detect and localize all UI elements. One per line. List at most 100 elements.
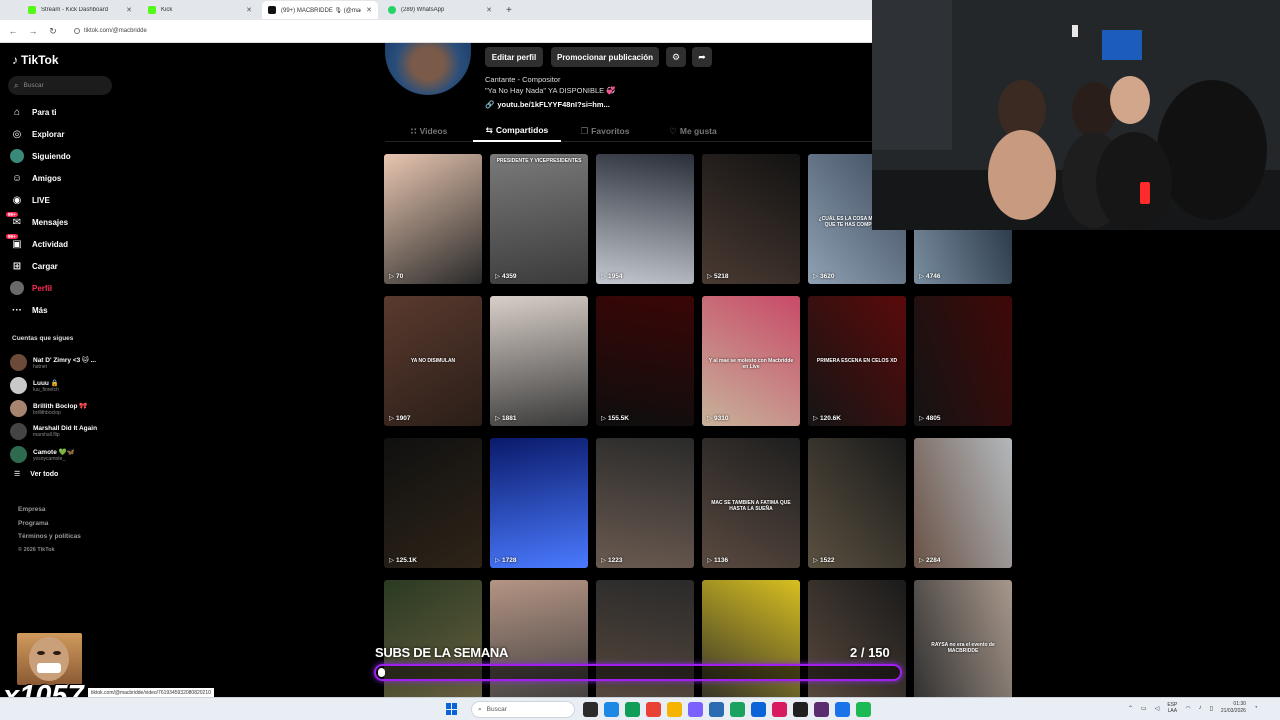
volume-icon[interactable]: ◁: [1155, 705, 1160, 712]
avatar: [10, 446, 27, 463]
forward-arrow-icon[interactable]: →: [28, 26, 38, 36]
video-thumbnail[interactable]: [596, 580, 694, 710]
sidebar-item-amigos[interactable]: ☺ Amigos: [10, 167, 71, 189]
footer-link-terms[interactable]: Términos y políticas: [18, 530, 81, 544]
taskbar-app-icon[interactable]: [709, 702, 724, 717]
share-arrow-icon[interactable]: ➦: [692, 47, 712, 67]
sidebar-item-explorar[interactable]: ◎ Explorar: [10, 123, 71, 145]
sidebar-footer: Empresa Programa Términos y políticas © …: [18, 503, 81, 557]
video-thumbnail[interactable]: ▷ 2284: [914, 438, 1012, 568]
browser-tab-kick-dashboard[interactable]: Stream - Kick Dashboard ✕: [22, 1, 138, 19]
account-name: Brillith Boclop 🎀: [33, 402, 88, 410]
sidebar-item-live[interactable]: ◉ LIVE: [10, 189, 71, 211]
url-field[interactable]: tiktok.com/@macbridde: [74, 28, 147, 34]
taskbar-app-icon[interactable]: [667, 702, 682, 717]
taskbar-app-icon[interactable]: [604, 702, 619, 717]
video-thumbnail[interactable]: RAYSA no era el evento de MACBRIDDE: [914, 580, 1012, 710]
taskbar-app-icon[interactable]: [814, 702, 829, 717]
video-thumbnail[interactable]: ▷ 155.5K: [596, 296, 694, 426]
sidebar-item-para-ti[interactable]: ⌂ Para ti: [10, 101, 71, 123]
video-thumbnail[interactable]: PRESIDENTE Y VICEPRESIDENTES ▷ 4359: [490, 154, 588, 284]
video-thumbnail[interactable]: PRIMERA ESCENA EN CELOS XD ▷ 120.6K: [808, 296, 906, 426]
tiktok-logo[interactable]: ♪ TikTok: [12, 53, 59, 67]
play-icon: ▷: [389, 273, 394, 280]
taskbar-app-icon[interactable]: [688, 702, 703, 717]
browser-tab-tiktok[interactable]: (99+) MACBRIDDE 🎙 (@macbr... ✕: [262, 1, 378, 19]
footer-link-company[interactable]: Empresa: [18, 503, 81, 517]
following-account[interactable]: Marshall Did It Again marshall.flip: [10, 420, 97, 443]
tab-me-gusta[interactable]: ♡ Me gusta: [649, 120, 737, 142]
taskbar-app-icon[interactable]: [583, 702, 598, 717]
avatar: [10, 354, 27, 371]
address-bar: ← → ↻ tiktok.com/@macbridde: [0, 20, 872, 43]
notification-bell-icon[interactable]: ◔: [1254, 705, 1258, 711]
taskbar-app-icon[interactable]: [730, 702, 745, 717]
view-count: ▷ 1728: [495, 556, 516, 565]
sidebar-item-cargar[interactable]: ⊞ Cargar: [10, 255, 71, 277]
taskbar-app-icon[interactable]: [793, 702, 808, 717]
taskbar-search-input[interactable]: ⌕ Buscar: [471, 701, 575, 718]
sidebar-item-perfil[interactable]: Perfil: [10, 277, 71, 299]
back-arrow-icon[interactable]: ←: [8, 26, 18, 36]
tab-label: Videos: [419, 126, 448, 136]
sidebar-item-siguiendo[interactable]: Siguiendo: [10, 145, 71, 167]
browser-tab-kick[interactable]: Kick ✕: [142, 1, 258, 19]
taskbar-app-icon[interactable]: [835, 702, 850, 717]
footer-link-program[interactable]: Programa: [18, 517, 81, 531]
sidebar-item-actividad[interactable]: ▣ 99+ Actividad: [6, 233, 71, 255]
tab-compartidos[interactable]: ⇆ Compartidos: [473, 120, 561, 142]
video-thumbnail[interactable]: ▷ 1881: [490, 296, 588, 426]
reload-icon[interactable]: ↻: [48, 26, 58, 37]
taskbar-app-icon[interactable]: [646, 702, 661, 717]
network-icon[interactable]: ▭: [1141, 705, 1147, 712]
video-thumbnail[interactable]: ▷ 5218: [702, 154, 800, 284]
keyboard-language[interactable]: ESP LAA: [1167, 702, 1177, 714]
video-thumbnail[interactable]: MAC SE TAMBIEN A FATIMA QUE HASTA LA SUE…: [702, 438, 800, 568]
video-thumbnail[interactable]: YA NO DISIMULAN ▷ 1907: [384, 296, 482, 426]
speaker-icon[interactable]: ♪: [1199, 705, 1202, 711]
play-icon: ▷: [707, 273, 712, 280]
following-account[interactable]: Nat D' Zimry <3 🐱 ... hatnet: [10, 351, 97, 374]
battery-icon[interactable]: ▯: [1210, 705, 1213, 712]
close-tab-icon[interactable]: ✕: [126, 6, 132, 14]
taskbar-app-icon[interactable]: [751, 702, 766, 717]
chevron-up-icon[interactable]: ⌃: [1128, 705, 1133, 712]
following-account[interactable]: Brillith Boclop 🎀 brillithboclop: [10, 397, 97, 420]
profile-avatar[interactable]: [385, 43, 471, 95]
taskbar-app-icon[interactable]: [856, 702, 871, 717]
video-thumbnail[interactable]: ▷ 70: [384, 154, 482, 284]
following-account[interactable]: Camote 💚🦋 yosoycamote_: [10, 443, 97, 466]
new-tab-button[interactable]: +: [506, 5, 512, 16]
close-tab-icon[interactable]: ✕: [486, 6, 492, 14]
video-thumbnail[interactable]: Y al mae se molesto con Macbridde en Liv…: [702, 296, 800, 426]
video-thumbnail[interactable]: ▷ 1223: [596, 438, 694, 568]
following-account[interactable]: Luuu 🔒 luu_fioretch: [10, 374, 97, 397]
sidebar-item-m-s[interactable]: ··· Más: [10, 299, 71, 321]
profile-link[interactable]: 🔗 youtu.be/1kFLYYF48nI?si=hm...: [485, 100, 610, 109]
taskbar-app-icon[interactable]: [772, 702, 787, 717]
promote-post-button[interactable]: Promocionar publicación: [551, 47, 659, 67]
edit-profile-button[interactable]: Editar perfil: [485, 47, 543, 67]
see-all-link[interactable]: ☰ Ver todo: [14, 470, 58, 479]
windows-start-icon[interactable]: [446, 703, 458, 715]
tab-videos[interactable]: ∷ Videos: [385, 120, 473, 142]
browser-tab-whatsapp[interactable]: (289) WhatsApp ✕: [382, 1, 498, 19]
wifi-icon[interactable]: ◠: [1185, 705, 1190, 712]
video-thumbnail[interactable]: ▷ 1522: [808, 438, 906, 568]
tab-favoritos[interactable]: ❐ Favoritos: [561, 120, 649, 142]
tab-label: Compartidos: [495, 125, 549, 135]
close-tab-icon[interactable]: ✕: [246, 6, 252, 14]
video-thumbnail[interactable]: ▷ 125.1K: [384, 438, 482, 568]
video-thumbnail[interactable]: ▷ 1728: [490, 438, 588, 568]
view-count-value: 70: [396, 272, 404, 280]
search-input[interactable]: ⌕ Buscar: [8, 76, 112, 95]
site-info-icon[interactable]: [74, 28, 80, 34]
taskbar-app-icon[interactable]: [625, 702, 640, 717]
settings-gear-icon[interactable]: ⚙: [666, 47, 686, 67]
video-thumbnail[interactable]: ▷ 4805: [914, 296, 1012, 426]
close-tab-icon[interactable]: ✕: [366, 6, 372, 14]
sidebar-item-mensajes[interactable]: ✉ 99+ Mensajes: [6, 211, 71, 233]
video-thumbnail[interactable]: [702, 580, 800, 710]
clock[interactable]: 01:30 21/03/2026: [1221, 701, 1246, 715]
video-thumbnail[interactable]: ▷ 1954: [596, 154, 694, 284]
